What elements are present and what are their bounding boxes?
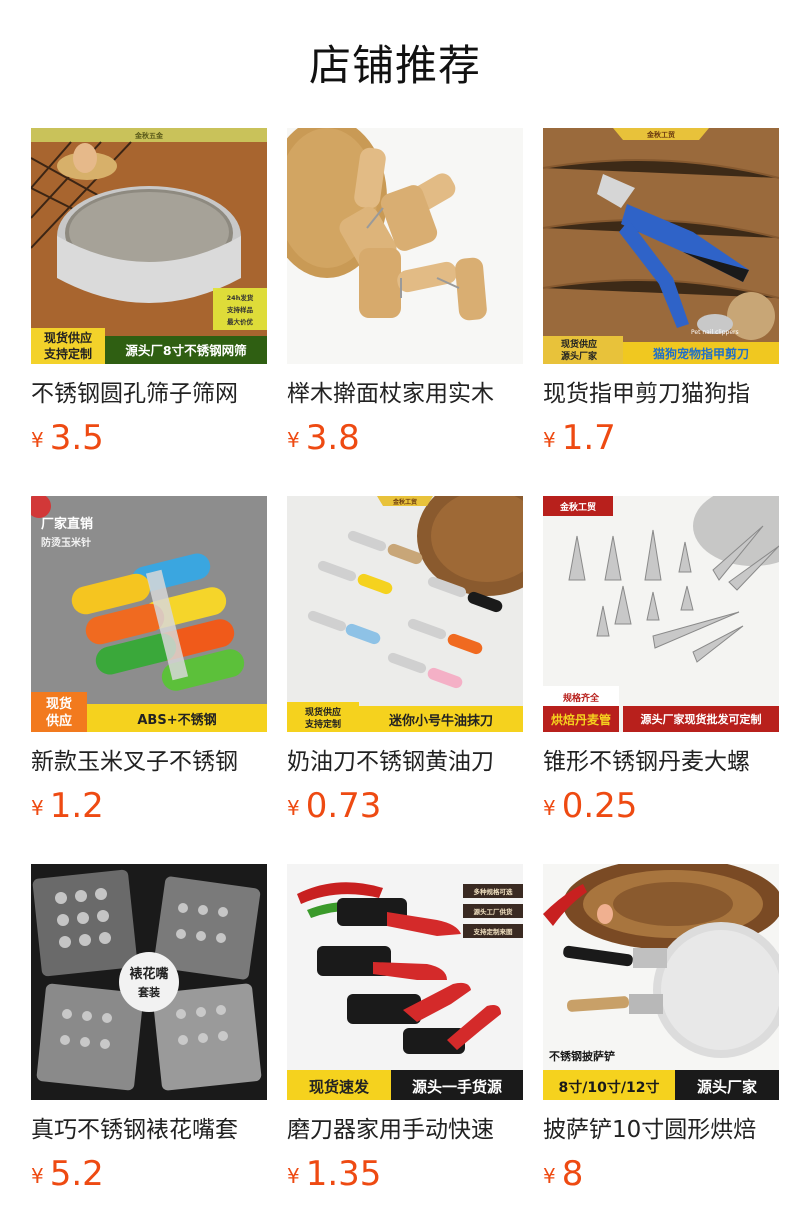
image-badge-line: 源头厂家 [561,350,598,362]
page-title: 店铺推荐 [308,41,481,90]
product-price: ¥3.8 [287,418,360,458]
product-name[interactable]: 奶油刀不锈钢黄油刀 [287,744,523,780]
image-badge-line: 现货供应 [44,330,92,345]
knife-sharpener-image: 多种规格可选 源头工厂供货 支持定制来图 现货速发 源头一手货源 [287,864,523,1100]
image-tag: 24h发货 [227,293,254,302]
image-corner-line: 防烫玉米针 [41,536,91,549]
currency-symbol: ¥ [31,428,44,452]
currency-symbol: ¥ [31,1164,44,1188]
image-top-text: 金秋五金 [134,131,164,140]
image-badge-line: 现货供应 [305,706,341,718]
image-banner: 源头一手货源 [412,1078,502,1096]
currency-symbol: ¥ [287,1164,300,1188]
image-tag: 支持定制来图 [473,927,514,936]
product-price: ¥3.5 [31,418,104,458]
product-image[interactable] [287,128,523,364]
product-image[interactable]: 不锈钢披萨铲 8寸/10寸/12寸 源头厂家 [543,864,779,1100]
price-value: 5.2 [49,1154,104,1194]
image-center-line: 套装 [138,985,160,999]
product-name[interactable]: 新款玉米叉子不锈钢 [31,744,267,780]
image-badge-line: 8寸/10寸/12寸 [559,1079,660,1096]
product-price: ¥1.2 [31,786,104,826]
product-name[interactable]: 真巧不锈钢裱花嘴套 [31,1112,267,1148]
currency-symbol: ¥ [287,428,300,452]
image-banner: ABS+不锈钢 [137,712,216,728]
price-value: 3.5 [49,418,104,458]
corn-holder-image: 厂家直销 防烫玉米针 现货 供应 ABS+不锈钢 [31,496,267,732]
price-value: 3.8 [305,418,360,458]
image-caption: 不锈钢披萨铲 [549,1049,615,1063]
image-center-line: 裱花嘴 [129,966,168,982]
product-image[interactable]: 金秋工贸 现货供应 支持定制 迷你小号牛油抹刀 [287,496,523,732]
product-name[interactable]: 披萨铲10寸圆形烘焙 [543,1112,779,1148]
image-badge-line: 现货速发 [309,1078,370,1096]
currency-symbol: ¥ [287,796,300,820]
butter-knife-image: 金秋工贸 现货供应 支持定制 迷你小号牛油抹刀 [287,496,523,732]
product-image[interactable]: 厂家直销 防烫玉米针 现货 供应 ABS+不锈钢 [31,496,267,732]
piping-tip-set-image: 裱花嘴 套装 [31,864,267,1100]
product-image[interactable]: 金秋工贸 Pet nail clippers 现货供应 源头厂家 猫狗宠物指甲剪… [543,128,779,364]
image-banner: 源头厂家现货批发可定制 [641,712,762,726]
currency-symbol: ¥ [543,428,556,452]
price-value: 1.2 [49,786,104,826]
image-tag: 最大价优 [227,317,254,326]
image-badge-line: 支持定制 [43,346,92,361]
image-corner-line: 厂家直销 [41,516,93,532]
sieve-image: 金秋五金 24h发货 支持样品 最大价优 现货供应 支持定制 源头厂8寸不锈钢网… [31,128,267,364]
product-name[interactable]: 不锈钢圆孔筛子筛网 [31,376,267,412]
rolling-pin-image [287,128,523,364]
image-top-text: 金秋工贸 [392,498,417,506]
product-price: ¥1.35 [287,1154,381,1194]
currency-symbol: ¥ [543,796,556,820]
product-name[interactable]: 磨刀器家用手动快速 [287,1112,523,1148]
price-value: 0.73 [305,786,382,826]
image-top-text: 金秋工贸 [646,130,675,139]
image-tag: 源头工厂供货 [474,907,514,916]
image-banner: 猫狗宠物指甲剪刀 [653,346,749,361]
pizza-peel-image: 不锈钢披萨铲 8寸/10寸/12寸 源头厂家 [543,864,779,1100]
product-price: ¥1.7 [543,418,616,458]
cone-mold-image: 金秋工贸 规格齐全 烘焙丹麦管 源头厂家现货批发可定制 [543,496,779,732]
image-badge-line: 供应 [45,713,72,729]
product-image[interactable]: 多种规格可选 源头工厂供货 支持定制来图 现货速发 源头一手货源 [287,864,523,1100]
image-badge-line: 现货 [46,696,72,712]
image-small-text: Pet nail clippers [691,329,739,336]
product-image[interactable]: 金秋五金 24h发货 支持样品 最大价优 现货供应 支持定制 源头厂8寸不锈钢网… [31,128,267,364]
product-name[interactable]: 现货指甲剪刀猫狗指 [543,376,779,412]
product-price: ¥8 [543,1154,583,1194]
product-image[interactable]: 金秋工贸 规格齐全 烘焙丹麦管 源头厂家现货批发可定制 [543,496,779,732]
image-corner-line: 金秋工贸 [559,501,596,513]
image-tag: 多种规格可选 [474,887,514,896]
product-image[interactable]: 裱花嘴 套装 [31,864,267,1100]
product-price: ¥0.73 [287,786,381,826]
price-value: 8 [561,1154,584,1194]
product-name[interactable]: 榉木擀面杖家用实木 [287,376,523,412]
currency-symbol: ¥ [543,1164,556,1188]
product-price: ¥0.25 [543,786,637,826]
pet-nail-clipper-image: 金秋工贸 Pet nail clippers 现货供应 源头厂家 猫狗宠物指甲剪… [543,128,779,364]
image-banner: 源头厂家 [697,1078,757,1096]
image-badge-line: 支持定制 [304,718,341,730]
product-price: ¥5.2 [31,1154,104,1194]
image-badge-line: 烘焙丹麦管 [551,712,611,727]
image-badge-line: 规格齐全 [563,692,600,704]
image-banner: 迷你小号牛油抹刀 [388,713,493,729]
price-value: 0.25 [561,786,638,826]
image-badge-line: 现货供应 [561,338,597,350]
image-banner: 源头厂8寸不锈钢网筛 [125,343,247,358]
image-tag: 支持样品 [226,305,254,314]
currency-symbol: ¥ [31,796,44,820]
price-value: 1.35 [305,1154,382,1194]
product-name[interactable]: 锥形不锈钢丹麦大螺 [543,744,779,780]
price-value: 1.7 [561,418,616,458]
